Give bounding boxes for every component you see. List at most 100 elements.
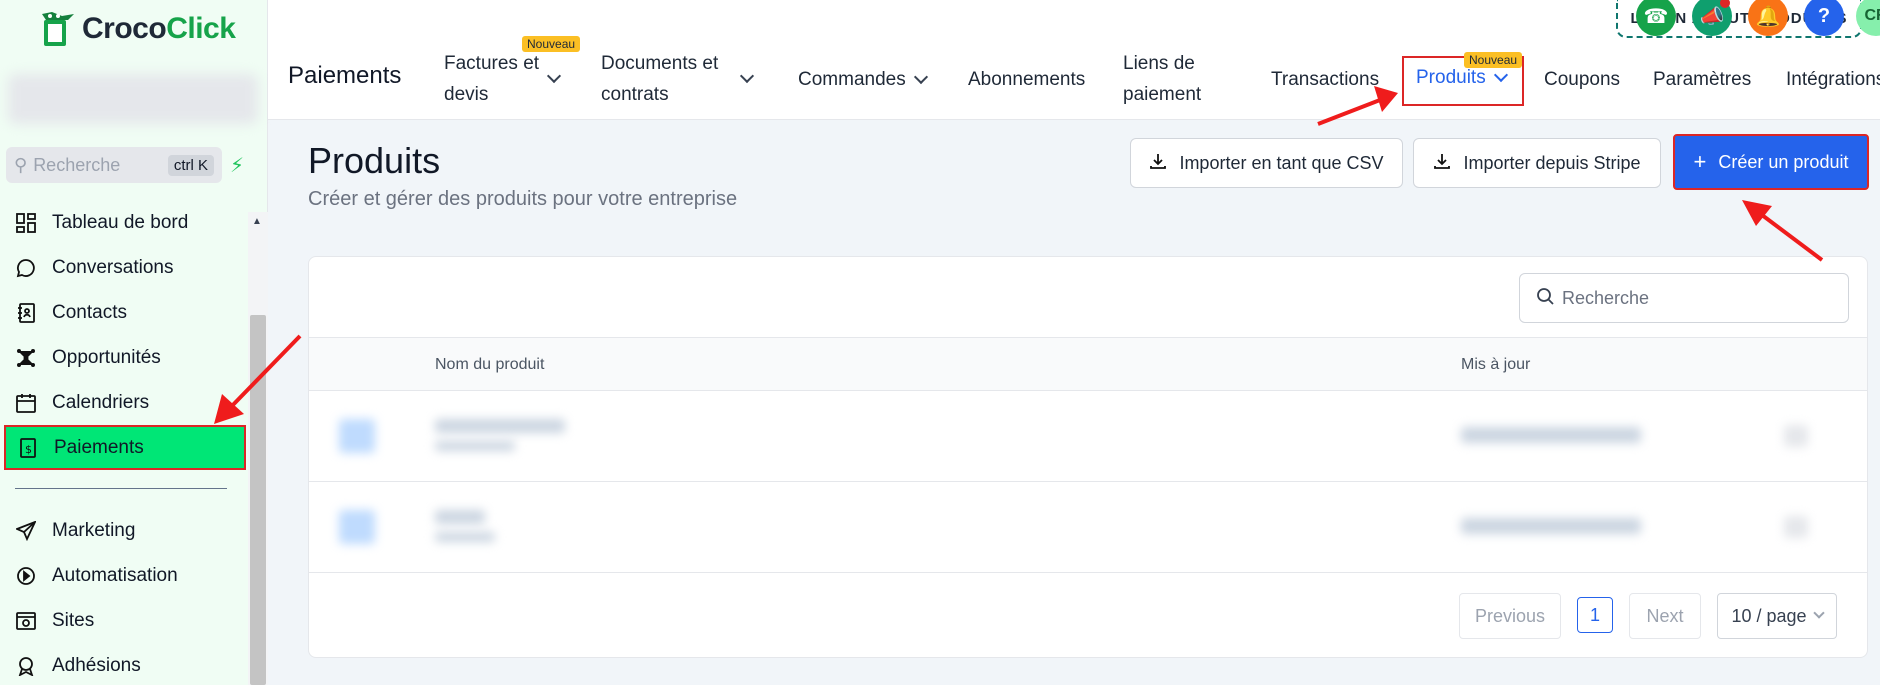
sidebar-item-calendars[interactable]: Calendriers (0, 380, 248, 425)
import-stripe-label: Importer depuis Stripe (1463, 152, 1641, 173)
import-csv-label: Importer en tant que CSV (1179, 152, 1384, 173)
sidebar-item-sites[interactable]: Sites (0, 598, 248, 643)
badge-icon (14, 654, 38, 678)
sidebar-item-dashboard[interactable]: Tableau de bord (0, 200, 248, 245)
tab-orders[interactable]: Commandes (798, 64, 928, 95)
chat-bubble-icon (14, 256, 38, 280)
row-actions-icon[interactable] (1784, 425, 1808, 447)
sidebar-item-conversations[interactable]: Conversations (0, 245, 248, 290)
tab-label: Coupons (1544, 69, 1621, 90)
import-stripe-button[interactable]: Importer depuis Stripe (1413, 138, 1661, 188)
sidebar: CrocoClick ⚲ Recherche ctrl K ⚡ Tableau … (0, 0, 268, 685)
sidebar-nav-secondary: Marketing Automatisation Sites Adhésions (0, 508, 248, 685)
product-name-blurred (435, 419, 565, 433)
sidebar-item-label: Calendriers (52, 391, 150, 413)
tab-documents[interactable]: Documents et contrats (601, 48, 755, 110)
page-subtitle: Créer et gérer des produits pour votre e… (308, 188, 738, 210)
tab-label: Abonnements (968, 69, 1086, 90)
column-updated[interactable]: Mis à jour (1461, 356, 1530, 374)
new-badge: Nouveau (522, 36, 581, 52)
chevron-down-icon (913, 69, 928, 84)
sidebar-item-automation[interactable]: Automatisation (0, 553, 248, 598)
payments-tabs: Factures et devis Nouveau Documents et con… (268, 0, 1880, 120)
address-book-icon (14, 301, 38, 325)
table-header: Nom du produit Mis à jour (309, 337, 1867, 391)
products-search-input[interactable]: Recherche (1519, 273, 1849, 323)
sidebar-item-opportunities[interactable]: Opportunités (0, 335, 248, 380)
chevron-down-icon (740, 68, 755, 84)
tab-payment-links[interactable]: Liens de paiement (1123, 48, 1201, 110)
sidebar-scrollbar-thumb[interactable] (250, 315, 266, 685)
page-size-select[interactable]: 10 / page (1717, 593, 1837, 639)
send-icon (14, 519, 38, 543)
sidebar-item-contacts[interactable]: Contacts (0, 290, 248, 335)
create-product-label: Créer un produit (1718, 151, 1849, 172)
tab-label: Intégrations (1786, 69, 1880, 90)
payments-icon: $ (16, 436, 40, 460)
calendar-icon (14, 391, 38, 415)
sidebar-item-label: Sites (52, 609, 95, 631)
tab-settings[interactable]: Paramètres (1653, 64, 1751, 95)
new-badge: Nouveau (1464, 52, 1523, 68)
tab-label-line1: Liens de (1123, 53, 1195, 74)
network-icon (14, 346, 38, 370)
tab-label-line2: paiement (1123, 84, 1202, 105)
next-page-button[interactable]: Next (1629, 593, 1701, 639)
product-name-blurred (435, 510, 485, 524)
plus-icon: + (1693, 149, 1707, 174)
sidebar-item-memberships[interactable]: Adhésions (0, 643, 248, 685)
tab-integrations[interactable]: Intégrations (1786, 64, 1880, 95)
products-table-card: Recherche Nom du produit Mis à jour Prev… (308, 256, 1868, 658)
table-row[interactable] (309, 482, 1867, 573)
sidebar-divider (15, 488, 227, 489)
page-number-button[interactable]: 1 (1577, 597, 1613, 633)
svg-text:$: $ (25, 443, 32, 456)
chevron-down-icon (1493, 67, 1508, 82)
tab-label-line1: Factures et (444, 53, 540, 74)
create-product-button[interactable]: + Créer un produit (1673, 134, 1869, 190)
column-product-name[interactable]: Nom du produit (435, 356, 544, 374)
product-thumbnail (339, 510, 375, 544)
sidebar-item-label: Contacts (52, 301, 127, 323)
tab-label: Paramètres (1653, 69, 1752, 90)
chevron-down-icon (546, 68, 562, 84)
row-actions-icon[interactable] (1784, 516, 1808, 538)
sidebar-item-marketing[interactable]: Marketing (0, 508, 248, 553)
lightning-icon[interactable]: ⚡ (230, 153, 244, 178)
updated-blurred (1461, 518, 1641, 534)
sidebar-item-label: Marketing (52, 519, 136, 541)
sidebar-item-label: Conversations (52, 256, 174, 278)
crocodile-logo-icon (38, 10, 78, 48)
sidebar-nav: Tableau de bord Conversations Contacts O… (0, 200, 248, 470)
previous-page-button[interactable]: Previous (1459, 593, 1561, 639)
product-desc-blurred (435, 441, 515, 451)
tab-subscriptions[interactable]: Abonnements (968, 64, 1085, 95)
import-csv-button[interactable]: Importer en tant que CSV (1130, 138, 1403, 188)
tab-label-line2: devis (444, 84, 489, 105)
sidebar-item-label: Paiements (54, 436, 144, 458)
sidebar-item-payments[interactable]: $ Paiements (4, 425, 246, 470)
table-row[interactable] (309, 391, 1867, 482)
tab-transactions[interactable]: Transactions (1271, 64, 1379, 95)
search-icon: ⚲ (14, 154, 28, 175)
products-search-placeholder: Recherche (1562, 287, 1650, 308)
sidebar-item-label: Automatisation (52, 564, 178, 586)
sidebar-item-label: Opportunités (52, 346, 161, 368)
tab-label: Commandes (798, 69, 906, 90)
updated-blurred (1461, 427, 1641, 443)
tab-label-line1: Documents et (601, 53, 719, 74)
search-icon (1536, 287, 1554, 310)
sidebar-item-label: Tableau de bord (52, 211, 189, 233)
chevron-down-icon (1812, 607, 1825, 619)
download-icon (1433, 152, 1451, 175)
download-icon (1149, 152, 1167, 175)
brand-name: CrocoClick (82, 12, 236, 45)
sidebar-search-placeholder: Recherche (33, 154, 121, 175)
sidebar-search[interactable]: ⚲ Recherche ctrl K (6, 147, 222, 183)
logo[interactable]: CrocoClick (38, 10, 236, 48)
tab-coupons[interactable]: Coupons (1544, 64, 1620, 95)
tab-invoices[interactable]: Factures et devis (444, 48, 562, 110)
account-switcher[interactable] (8, 74, 258, 124)
tab-label: Transactions (1271, 69, 1380, 90)
scroll-up-icon[interactable]: ▲ (252, 216, 262, 227)
